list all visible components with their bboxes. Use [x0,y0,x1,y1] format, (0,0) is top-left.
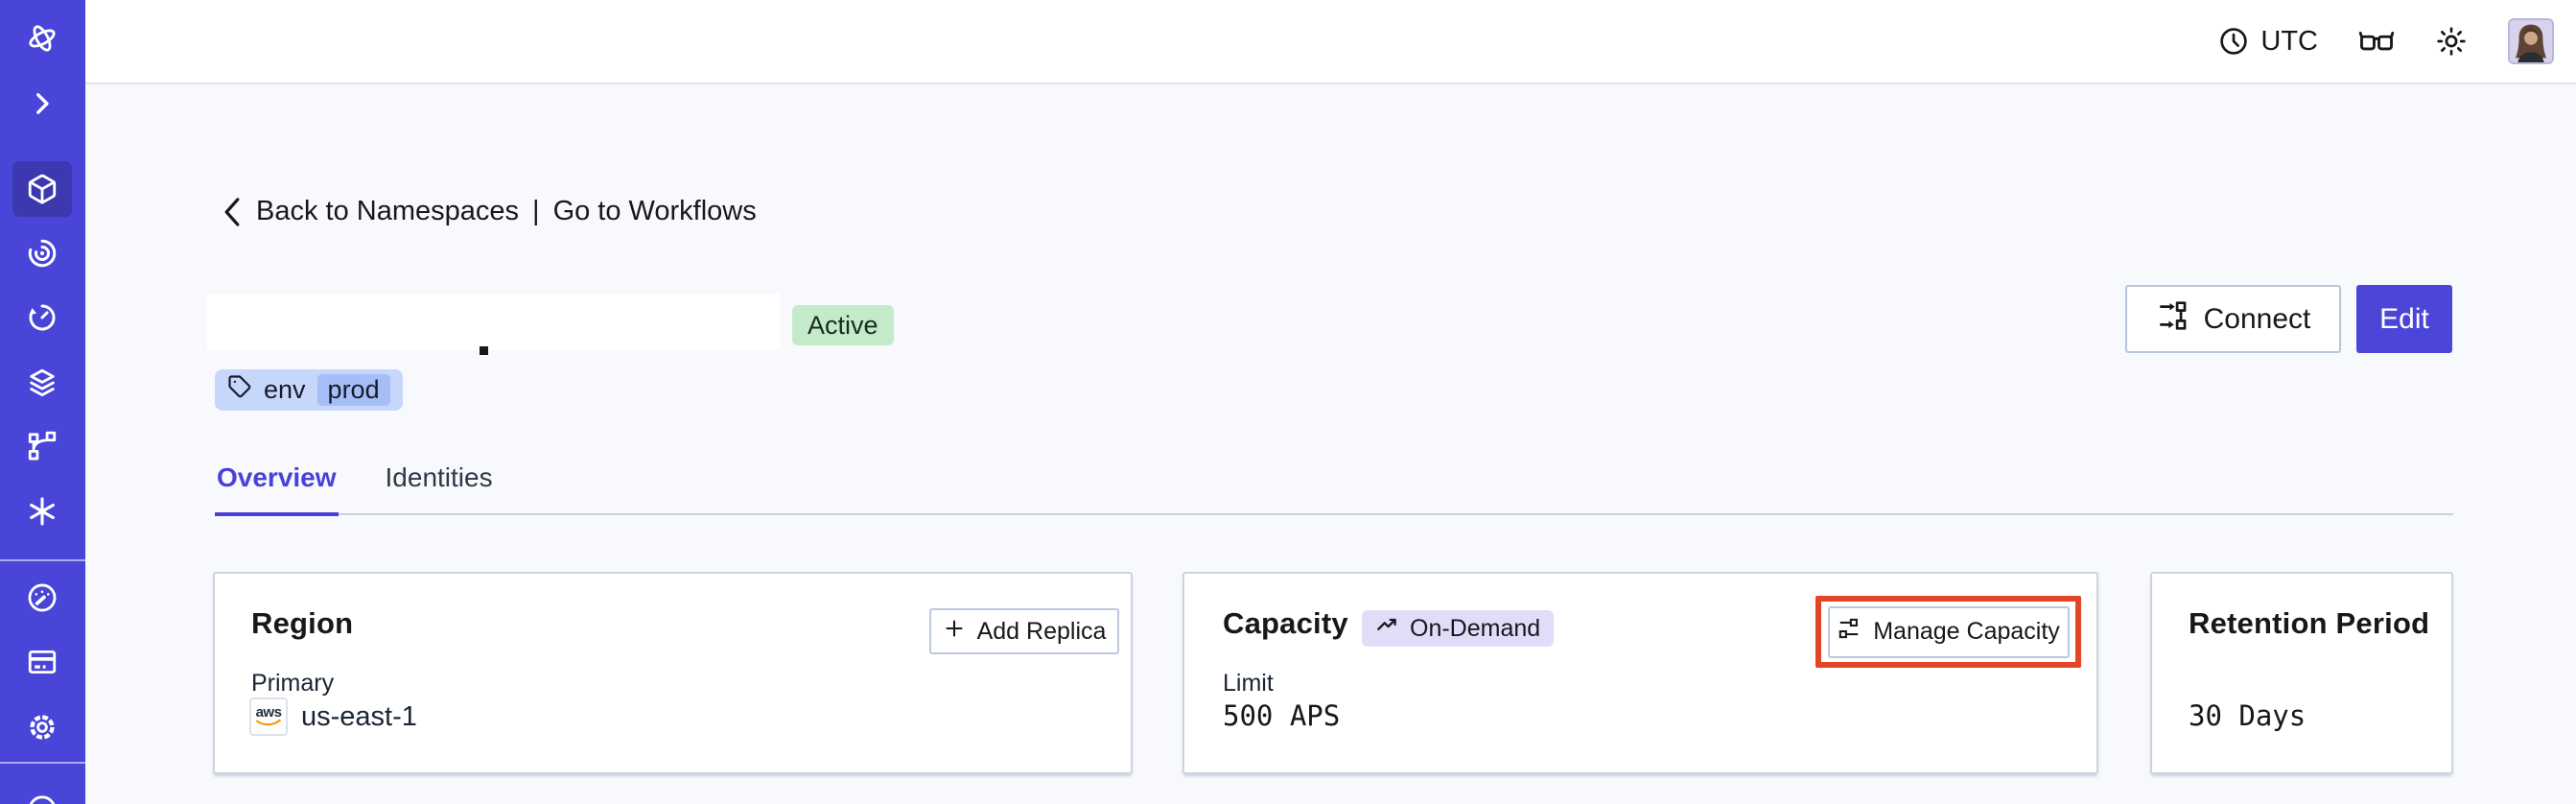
redaction-artifact [480,346,488,355]
region-card-title: Region [251,606,354,640]
sidebar-divider [0,762,85,764]
tag-icon [227,374,252,406]
breadcrumb-workflows-link[interactable]: Go to Workflows [553,196,757,227]
tab-bar: Overview Identities [215,462,2453,516]
capacity-value: 500 APS [1223,699,1341,732]
tag-key: env [264,375,306,404]
ondemand-badge-label: On-Demand [1410,614,1541,642]
tab-overview[interactable]: Overview [215,462,339,516]
retention-card: Retention Period 30 Days [2150,572,2453,774]
retention-value: 30 Days [2189,699,2307,732]
manage-capacity-label: Manage Capacity [1873,618,2060,645]
manage-capacity-button[interactable]: Manage Capacity [1827,605,2070,658]
header-actions: UTC [2218,0,2554,83]
region-value-row: aws us-east-1 [249,698,417,736]
timezone-selector[interactable]: UTC [2218,26,2318,58]
sidebar-item-namespaces[interactable] [26,173,59,205]
chevron-right-expand-icon[interactable] [26,87,59,120]
plus-icon [943,617,966,647]
add-replica-label: Add Replica [976,617,1107,645]
sidebar-item-batch[interactable] [26,430,59,462]
clock-icon [2218,26,2249,57]
breadcrumb-back-link[interactable]: Back to Namespaces [256,196,519,227]
capacity-field-label: Limit [1223,670,1274,697]
sidebar-item-settings[interactable] [26,711,59,744]
connect-icon [2156,299,2189,340]
annotation-highlight-box: Manage Capacity [1815,596,2081,668]
schedules-timer-icon [29,304,56,331]
capacity-card: Capacity On-Demand Manage Capacity Limit… [1183,572,2098,774]
sidebar-item-deployments[interactable] [26,367,59,399]
deployments-layers-icon [30,368,55,397]
top-header: UTC [85,0,2576,84]
aws-logo-icon: aws [249,698,288,736]
sun-theme-icon[interactable] [2435,25,2468,58]
region-field-label: Primary [251,670,335,697]
sliders-icon [1837,616,1862,648]
connect-button-label: Connect [2203,302,2311,335]
glasses-icon[interactable] [2358,27,2395,56]
connect-button[interactable]: Connect [2125,285,2341,353]
ondemand-badge: On-Demand [1362,610,1555,647]
batch-branch-icon [28,431,57,461]
sidebar-item-nexus[interactable] [26,495,59,528]
sidebar-item-help[interactable] [26,791,59,804]
add-replica-button[interactable]: Add Replica [929,608,1119,654]
app-window: UTC Back to Namespaces | Go to Workflows… [0,0,2576,804]
usage-gauge-icon [28,583,57,612]
settings-gear-icon [30,715,55,740]
sidebar [0,0,85,804]
sidebar-item-schedules[interactable] [26,301,59,334]
retention-card-title: Retention Period [2189,606,2430,640]
trending-up-icon [1375,613,1400,645]
tag-value: prod [316,374,390,406]
region-card: Region Add Replica Primary aws us-east-1 [213,572,1133,774]
billing-card-icon [28,650,57,674]
region-value: us-east-1 [301,700,417,732]
breadcrumb-separator: | [532,196,540,226]
timezone-label: UTC [2260,25,2318,57]
namespace-tag[interactable]: env prod [215,369,403,411]
temporal-logo-icon[interactable] [26,22,59,55]
namespace-name-redacted [207,294,780,350]
tab-identities[interactable]: Identities [384,462,495,516]
sidebar-item-billing[interactable] [26,646,59,678]
user-avatar[interactable] [2508,18,2554,64]
capacity-card-title: Capacity [1223,606,1348,640]
edit-button-label: Edit [2379,302,2429,335]
sidebar-item-workflows[interactable] [26,237,59,270]
breadcrumb: Back to Namespaces | Go to Workflows [222,196,757,227]
status-badge: Active [792,305,894,345]
workflows-spiral-icon [28,239,57,268]
sidebar-divider [0,559,85,561]
edit-button[interactable]: Edit [2356,285,2452,353]
nexus-asterisk-icon [30,497,55,526]
sidebar-item-usage[interactable] [26,581,59,614]
chevron-left-icon[interactable] [222,197,243,227]
namespaces-cube-icon [28,174,57,204]
